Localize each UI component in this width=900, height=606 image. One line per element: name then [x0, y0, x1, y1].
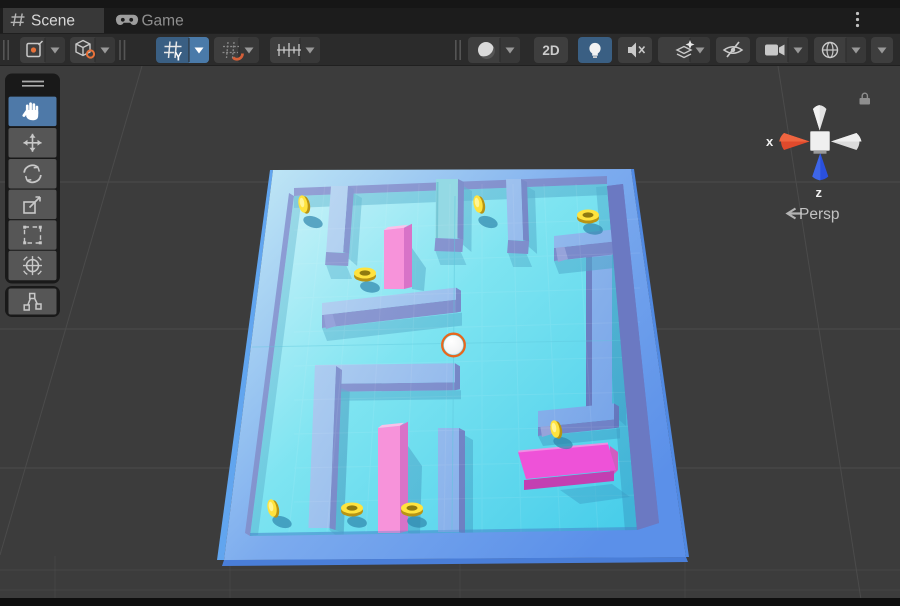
svg-text:z: z [816, 185, 823, 200]
svg-text:Game: Game [142, 13, 184, 30]
svg-text:Y: Y [175, 52, 183, 64]
svg-text:Persp: Persp [799, 206, 840, 223]
svg-text:Scene: Scene [31, 13, 75, 30]
svg-text:2D: 2D [542, 43, 560, 58]
svg-text:x: x [766, 134, 774, 149]
